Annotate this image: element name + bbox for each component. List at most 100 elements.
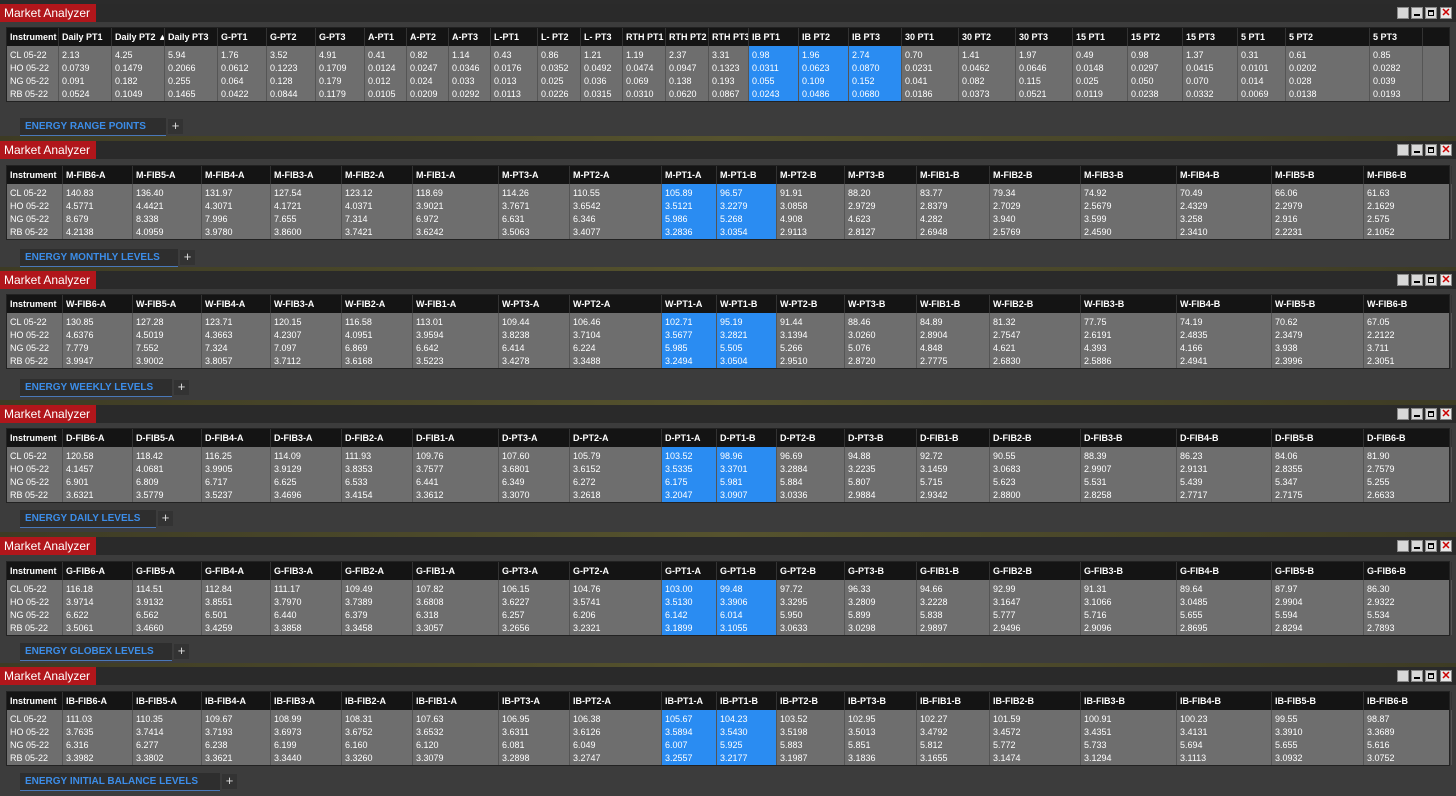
value-cell[interactable]: 3.5130	[662, 596, 693, 609]
workspace-tab[interactable]: ENERGY INITIAL BALANCE LEVELS	[20, 773, 220, 791]
value-cell[interactable]: 91.44	[777, 316, 803, 329]
value-cell[interactable]: 0.43	[491, 49, 512, 62]
column-header[interactable]: RTH PT2	[666, 28, 709, 46]
value-cell[interactable]: 3.9021	[413, 200, 444, 213]
value-cell[interactable]: 7.996	[202, 213, 228, 226]
value-cell[interactable]: 110.55	[570, 187, 600, 200]
column-header[interactable]: G-FIB3-A	[271, 562, 342, 580]
value-cell[interactable]: 2.8258	[1081, 489, 1112, 502]
value-cell[interactable]: 0.61	[1286, 49, 1307, 62]
minimize-button[interactable]	[1411, 7, 1423, 19]
value-cell[interactable]: 0.082	[959, 75, 985, 88]
value-cell[interactable]: 3.6321	[63, 489, 94, 502]
column-header-instrument[interactable]: Instrument	[7, 692, 63, 710]
value-cell[interactable]: 111.17	[271, 583, 300, 596]
instrument-cell[interactable]: HO 05-22	[7, 463, 49, 476]
column-header[interactable]: M-FIB2-B	[990, 166, 1081, 184]
value-cell[interactable]: 0.0148	[1073, 62, 1104, 75]
value-cell[interactable]: 4.166	[1177, 342, 1203, 355]
value-cell[interactable]: 0.41	[365, 49, 386, 62]
instrument-cell[interactable]: NG 05-22	[7, 213, 49, 226]
value-cell[interactable]: 0.152	[849, 75, 875, 88]
value-cell[interactable]: 3.0336	[777, 489, 808, 502]
column-header[interactable]: 5 PT3	[1370, 28, 1423, 46]
value-cell[interactable]: 2.7029	[990, 200, 1021, 213]
value-cell[interactable]: 7.655	[271, 213, 297, 226]
value-cell[interactable]: 114.26	[499, 187, 529, 200]
restore-button[interactable]	[1397, 408, 1409, 420]
value-cell[interactable]: 3.2279	[717, 200, 748, 213]
column-header[interactable]: 15 PT1	[1073, 28, 1128, 46]
value-cell[interactable]: 103.52	[777, 713, 808, 726]
value-cell[interactable]: 3.1459	[917, 463, 948, 476]
column-header[interactable]: M-FIB1-B	[917, 166, 990, 184]
close-button[interactable]: ✕	[1440, 7, 1452, 19]
column-header[interactable]: W-PT1-A	[662, 295, 717, 313]
column-header[interactable]: IB-PT2-B	[777, 692, 845, 710]
value-cell[interactable]: 104.76	[570, 583, 601, 596]
value-cell[interactable]: 3.1836	[845, 752, 876, 765]
value-cell[interactable]: 1.19	[623, 49, 644, 62]
value-cell[interactable]: 2.9096	[1081, 622, 1112, 635]
value-cell[interactable]: 3.6752	[342, 726, 373, 739]
value-cell[interactable]: 2.1629	[1364, 200, 1395, 213]
column-header[interactable]: 30 PT3	[1016, 28, 1073, 46]
column-header[interactable]: M-PT1-A	[662, 166, 717, 184]
value-cell[interactable]: 0.0346	[449, 62, 480, 75]
value-cell[interactable]: 4.5771	[63, 200, 94, 213]
value-cell[interactable]: 114.51	[133, 583, 163, 596]
value-cell[interactable]: 2.2122	[1364, 329, 1395, 342]
value-cell[interactable]: 3.0907	[717, 489, 748, 502]
column-header[interactable]: 15 PT2	[1128, 28, 1183, 46]
value-cell[interactable]: 7.779	[63, 342, 89, 355]
column-header[interactable]: D-FIB5-B	[1272, 429, 1364, 447]
column-header[interactable]: D-FIB6-B	[1364, 429, 1452, 447]
value-cell[interactable]: 2.8904	[917, 329, 948, 342]
column-header[interactable]: G-FIB1-B	[917, 562, 990, 580]
value-cell[interactable]: 3.7421	[342, 226, 373, 239]
value-cell[interactable]: 3.9905	[202, 463, 233, 476]
value-cell[interactable]: 74.19	[1177, 316, 1203, 329]
value-cell[interactable]: 0.0646	[1016, 62, 1047, 75]
restore-button[interactable]	[1397, 540, 1409, 552]
value-cell[interactable]: 3.0683	[990, 463, 1021, 476]
value-cell[interactable]: 3.5121	[662, 200, 693, 213]
minimize-button[interactable]	[1411, 540, 1423, 552]
value-cell[interactable]: 2.8355	[1272, 463, 1303, 476]
value-cell[interactable]: 105.89	[662, 187, 693, 200]
value-cell[interactable]: 0.138	[666, 75, 692, 88]
column-header[interactable]: Daily PT2 ▲	[112, 28, 165, 46]
column-header[interactable]: IB-FIB1-B	[917, 692, 990, 710]
value-cell[interactable]: 3.8057	[202, 355, 233, 368]
value-cell[interactable]: 0.85	[1370, 49, 1391, 62]
value-cell[interactable]: 4.0681	[133, 463, 164, 476]
value-cell[interactable]: 6.142	[662, 609, 688, 622]
value-cell[interactable]: 5.899	[845, 609, 871, 622]
value-cell[interactable]: 6.120	[413, 739, 439, 752]
value-cell[interactable]: 5.655	[1177, 609, 1203, 622]
value-cell[interactable]: 6.642	[413, 342, 439, 355]
instrument-cell[interactable]: CL 05-22	[7, 316, 47, 329]
value-cell[interactable]: 105.67	[662, 713, 693, 726]
value-cell[interactable]: 0.0238	[1128, 88, 1159, 101]
value-cell[interactable]: 4.0959	[133, 226, 164, 239]
minimize-button[interactable]	[1411, 144, 1423, 156]
value-cell[interactable]: 0.98	[1128, 49, 1149, 62]
value-cell[interactable]: 0.1223	[267, 62, 298, 75]
column-header[interactable]: IB-PT3-B	[845, 692, 917, 710]
add-tab-button[interactable]: +	[180, 250, 195, 265]
value-cell[interactable]: 0.064	[218, 75, 244, 88]
value-cell[interactable]: 3.7414	[133, 726, 164, 739]
column-header[interactable]: D-PT3-B	[845, 429, 917, 447]
value-cell[interactable]: 4.282	[917, 213, 943, 226]
value-cell[interactable]: 3.0858	[777, 200, 808, 213]
value-cell[interactable]: 5.076	[845, 342, 871, 355]
value-cell[interactable]: 0.1323	[709, 62, 740, 75]
instrument-cell[interactable]: NG 05-22	[7, 476, 49, 489]
value-cell[interactable]: 111.93	[342, 450, 371, 463]
value-cell[interactable]: 5.505	[717, 342, 743, 355]
value-cell[interactable]: 3.3612	[413, 489, 444, 502]
value-cell[interactable]: 3.7193	[202, 726, 233, 739]
value-cell[interactable]: 3.3906	[717, 596, 748, 609]
value-cell[interactable]: 0.0612	[218, 62, 249, 75]
